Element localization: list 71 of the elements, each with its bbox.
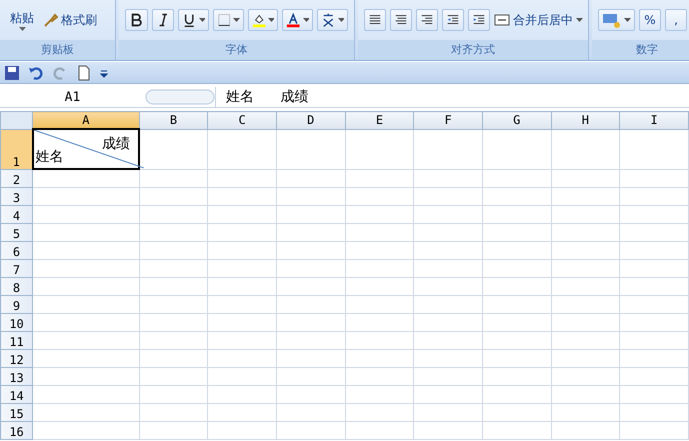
row-header[interactable]: 5 — [0, 223, 33, 241]
fill-color-icon — [252, 12, 266, 28]
row-header[interactable]: 8 — [0, 277, 33, 295]
paste-button[interactable]: 粘贴 — [6, 10, 38, 30]
row-header[interactable]: 10 — [0, 313, 33, 331]
merge-cells-icon — [494, 12, 510, 28]
row-header[interactable]: 15 — [0, 403, 33, 421]
row-header[interactable]: 16 — [0, 421, 33, 439]
group-label: 剪贴板 — [0, 40, 115, 60]
new-document-icon — [76, 64, 92, 80]
phonetic-guide-icon — [321, 12, 336, 28]
redo-icon — [52, 64, 68, 80]
row-header[interactable]: 3 — [0, 187, 33, 205]
row-header[interactable]: 11 — [0, 331, 33, 349]
row-header[interactable]: 14 — [0, 385, 33, 403]
cell-text: 姓名 — [36, 148, 64, 166]
border-button[interactable] — [212, 9, 244, 31]
accounting-button[interactable] — [598, 9, 635, 31]
italic-button[interactable] — [152, 9, 174, 31]
bold-button[interactable] — [125, 9, 148, 31]
column-header[interactable]: E — [345, 112, 414, 129]
row-header[interactable]: 12 — [0, 349, 33, 367]
underline-button[interactable] — [178, 9, 209, 31]
fill-button[interactable] — [248, 9, 278, 31]
outdent-button[interactable] — [442, 9, 464, 31]
name-box[interactable]: A1 — [0, 88, 145, 106]
row-header[interactable]: 13 — [0, 367, 33, 385]
column-header[interactable]: G — [482, 112, 552, 129]
right-button[interactable] — [416, 9, 438, 31]
caret-icon — [624, 18, 631, 22]
column-header[interactable]: H — [551, 112, 620, 129]
caret-down-icon — [18, 26, 26, 30]
row-header[interactable]: 7 — [0, 259, 33, 277]
center-button[interactable] — [390, 9, 412, 31]
caret-icon — [268, 18, 274, 22]
column-header[interactable]: C — [208, 112, 276, 129]
caret-icon — [576, 18, 583, 22]
row-header[interactable]: 4 — [0, 205, 33, 223]
undo-icon — [28, 64, 44, 80]
comma-button[interactable]: , — [665, 9, 687, 31]
money-icon — [602, 12, 622, 28]
row-header[interactable]: 2 — [0, 169, 33, 187]
indent-button[interactable] — [468, 9, 490, 31]
phonetic-button[interactable] — [317, 9, 348, 31]
column-header[interactable]: F — [414, 112, 482, 129]
bold-icon — [129, 12, 144, 28]
group-label: 对齐方式 — [358, 40, 588, 60]
merge-center-button[interactable]: 合并后居中 — [494, 12, 583, 28]
column-header[interactable]: A — [32, 112, 140, 129]
row-header[interactable]: 9 — [0, 295, 33, 313]
font-color-icon — [286, 12, 301, 28]
column-header[interactable]: I — [620, 112, 688, 129]
percent-button[interactable]: % — [639, 9, 661, 31]
column-header[interactable]: B — [139, 112, 208, 129]
caret-icon — [302, 18, 310, 22]
border-icon — [216, 12, 232, 28]
cell-text: 成绩 — [102, 135, 130, 153]
row-header[interactable]: 1 — [0, 129, 33, 169]
formula-field[interactable]: 姓名 成绩 — [215, 87, 689, 107]
left-button[interactable] — [364, 9, 386, 31]
caret-icon — [198, 18, 205, 22]
row-header[interactable]: 6 — [0, 241, 33, 259]
brush-icon — [42, 12, 58, 28]
fontcolor-button[interactable] — [282, 9, 314, 31]
caret-icon — [233, 18, 240, 22]
column-header[interactable]: D — [276, 112, 346, 129]
group-label: 数字 — [592, 40, 689, 60]
format-painter-button[interactable]: 格式刷 — [42, 12, 97, 28]
group-label: 字体 — [119, 40, 354, 60]
caret-icon — [338, 18, 344, 22]
save-icon — [4, 64, 20, 80]
